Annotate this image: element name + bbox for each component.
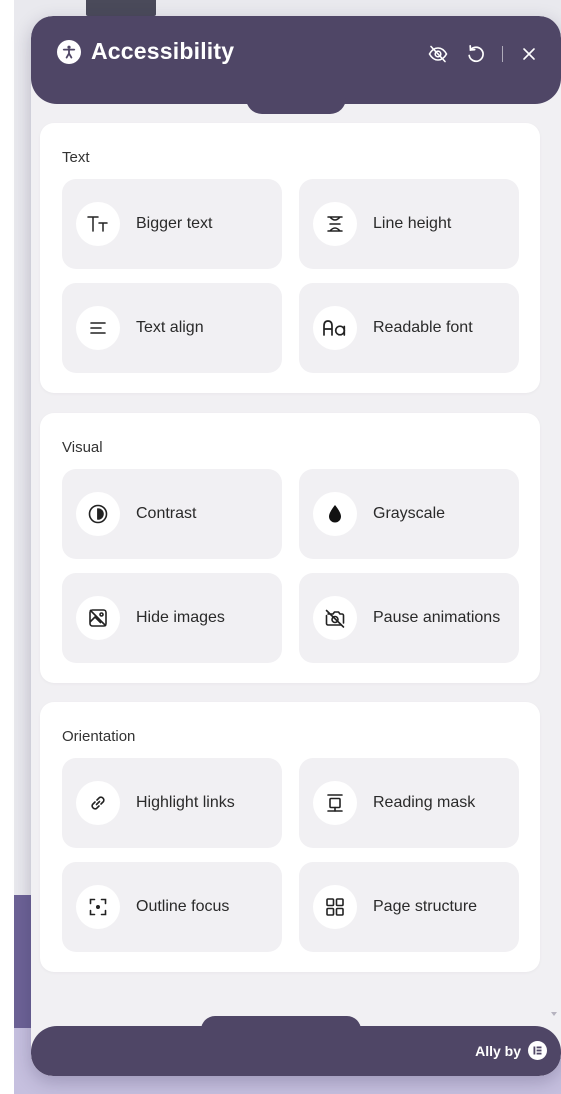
readable-font-icon [313,306,357,350]
bigger-text-label: Bigger text [136,215,213,232]
contrast-label: Contrast [136,505,197,522]
pause-animations-button[interactable]: Pause animations [299,573,519,663]
section-orientation: Orientation Highlight links Reading mask… [40,702,540,972]
hide-images-button[interactable]: Hide images [62,573,282,663]
highlight-links-button[interactable]: Highlight links [62,758,282,848]
outline-focus-button[interactable]: Outline focus [62,862,282,952]
text-align-icon [76,306,120,350]
widget-scroll-area[interactable]: Text Bigger text Line height Text align … [31,104,561,1024]
brand-text: Ally by [475,1042,521,1059]
section-title-text: Text [62,149,90,166]
header-separator [502,46,503,62]
highlight-links-icon [76,781,120,825]
readable-font-button[interactable]: Readable font [299,283,519,373]
page-structure-icon [313,885,357,929]
contrast-button[interactable]: Contrast [62,469,282,559]
close-icon[interactable] [517,42,541,66]
accessibility-widget: Accessibility Text Bigger text Line heig… [31,16,561,1076]
reading-mask-label: Reading mask [373,794,476,811]
reading-mask-button[interactable]: Reading mask [299,758,519,848]
page-tab-fragment [86,0,156,16]
readable-font-label: Readable font [373,319,473,336]
pause-animations-icon [313,596,357,640]
line-height-button[interactable]: Line height [299,179,519,269]
section-text: Text Bigger text Line height Text align … [40,123,540,393]
scroll-down-arrow[interactable] [551,1012,557,1016]
text-align-label: Text align [136,319,204,336]
line-height-icon [313,202,357,246]
footer-brand[interactable]: Ally by [475,1041,547,1060]
widget-footer: Ally by [31,1016,561,1076]
hide-images-icon [76,596,120,640]
outline-focus-icon [76,885,120,929]
header-actions [426,42,541,66]
highlight-links-label: Highlight links [136,794,235,811]
section-visual: Visual Contrast Grayscale Hide images Pa… [40,413,540,683]
section-title-orientation: Orientation [62,728,136,745]
hide-widget-icon[interactable] [426,42,450,66]
page-structure-button[interactable]: Page structure [299,862,519,952]
outline-focus-label: Outline focus [136,898,230,915]
bigger-text-button[interactable]: Bigger text [62,179,282,269]
grayscale-button[interactable]: Grayscale [299,469,519,559]
line-height-label: Line height [373,215,452,232]
bigger-text-icon [76,202,120,246]
widget-title: Accessibility [91,38,235,64]
grayscale-label: Grayscale [373,505,446,522]
grayscale-icon [313,492,357,536]
section-title-visual: Visual [62,439,103,456]
accessibility-person-icon [57,39,81,64]
reset-icon[interactable] [464,42,488,66]
page-structure-label: Page structure [373,898,478,915]
reading-mask-icon [313,781,357,825]
hide-images-label: Hide images [136,609,225,626]
contrast-icon [76,492,120,536]
pause-animations-label: Pause animations [373,609,501,626]
text-align-button[interactable]: Text align [62,283,282,373]
footer-notch [201,1016,361,1030]
header-title-group: Accessibility [57,38,234,65]
elementor-logo-icon [528,1041,547,1060]
widget-header: Accessibility [31,16,561,104]
